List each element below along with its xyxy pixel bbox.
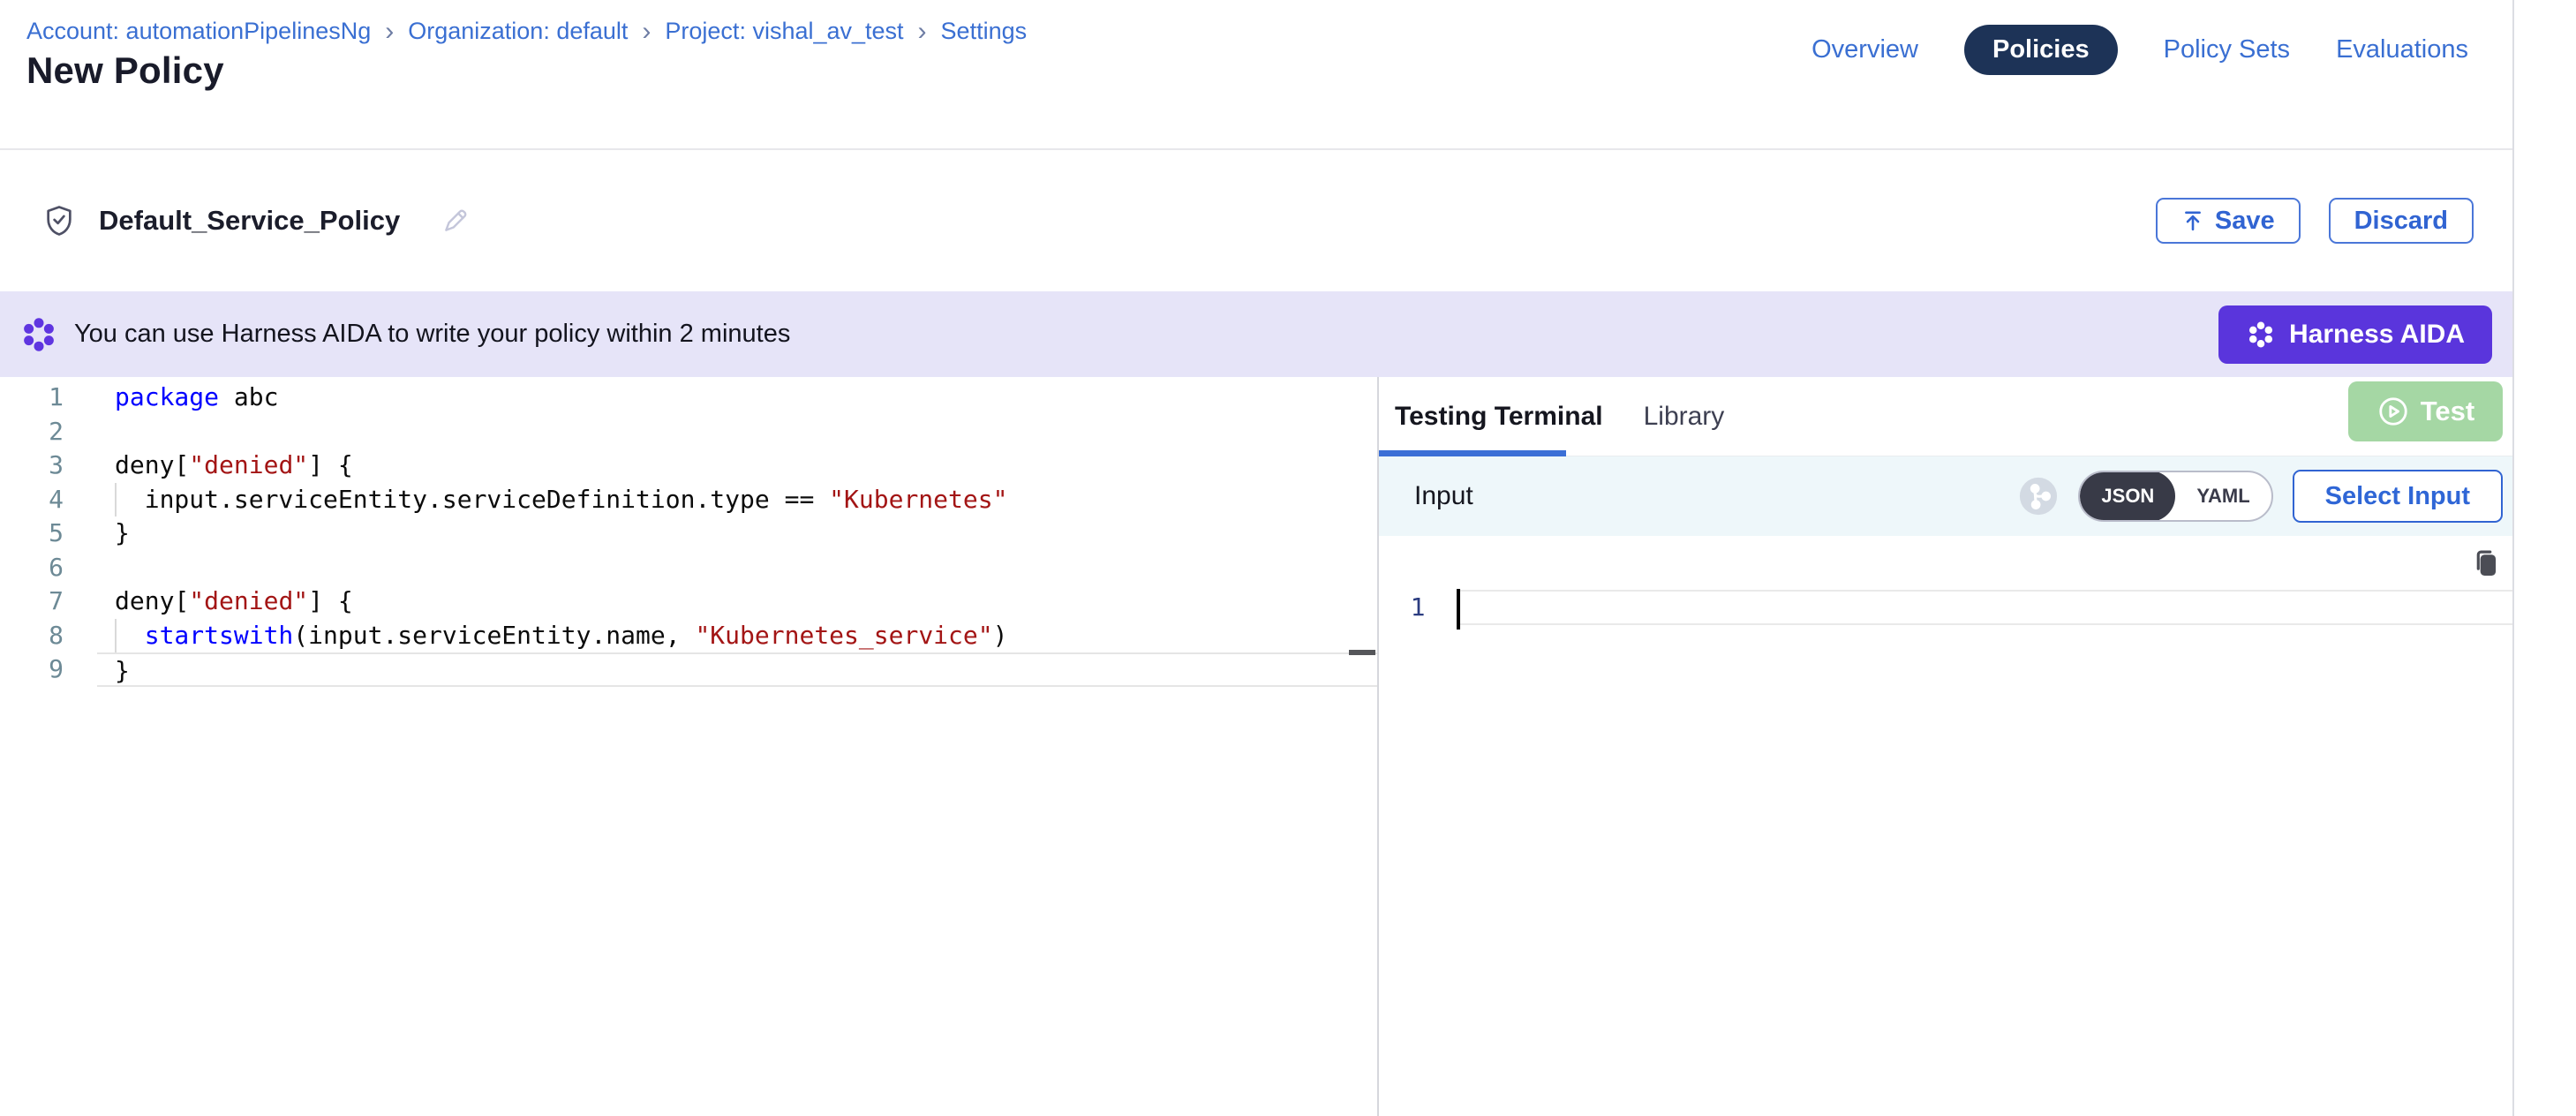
test-button-label: Test	[2421, 396, 2474, 427]
breadcrumb-project[interactable]: Project: vishal_av_test	[665, 18, 903, 45]
code-line[interactable]: 5 }	[0, 517, 1377, 551]
policy-actions: Save Discard	[2156, 198, 2474, 244]
policy-editor-page: Account: automationPipelinesNg › Organiz…	[0, 0, 2576, 1116]
line-number: 3	[0, 449, 97, 483]
shield-check-icon	[42, 204, 76, 238]
overview-ruler-cursor-mark	[1349, 650, 1375, 655]
code-line[interactable]: 4 input.serviceEntity.serviceDefinition.…	[0, 483, 1377, 517]
input-editor-line[interactable]: 1	[1379, 590, 2514, 625]
tab-policies[interactable]: Policies	[1964, 25, 2118, 75]
tab-overview[interactable]: Overview	[1811, 35, 1918, 64]
code-text: }	[97, 652, 1377, 687]
line-number: 5	[0, 517, 97, 551]
main-split: 1 package abc 2 3 deny["denied"] { 4 inp…	[0, 377, 2514, 1116]
policy-name: Default_Service_Policy	[99, 205, 400, 237]
code-text: }	[97, 517, 1377, 551]
discard-button[interactable]: Discard	[2329, 198, 2474, 244]
save-button[interactable]: Save	[2156, 198, 2301, 244]
tab-evaluations[interactable]: Evaluations	[2336, 35, 2468, 64]
content-edge-divider	[2512, 0, 2514, 1116]
code-text	[97, 551, 1377, 585]
test-button[interactable]: Test	[2348, 381, 2503, 441]
aida-flower-icon	[2246, 320, 2276, 350]
chevron-right-icon: ›	[642, 19, 651, 43]
format-toggle: JSON YAML	[2078, 471, 2272, 522]
code-line[interactable]: 8 startswith(input.serviceEntity.name, "…	[0, 619, 1377, 653]
line-number: 6	[0, 551, 97, 585]
aida-flower-icon	[19, 315, 58, 354]
chevron-right-icon: ›	[385, 19, 394, 43]
code-line[interactable]: 3 deny["denied"] {	[0, 449, 1377, 483]
active-tab-underline	[1379, 450, 1566, 456]
code-line[interactable]: 6	[0, 551, 1377, 585]
code-text: package abc	[97, 381, 1377, 415]
testing-panel: Testing Terminal Library Test Input	[1379, 377, 2514, 1116]
copy-icon[interactable]	[2469, 546, 2503, 579]
input-editor[interactable]: 1	[1379, 536, 2514, 1116]
format-option-json[interactable]: JSON	[2080, 471, 2175, 522]
policy-code-editor[interactable]: 1 package abc 2 3 deny["denied"] { 4 inp…	[0, 377, 1377, 1116]
line-number: 8	[0, 619, 97, 653]
input-line-number: 1	[1379, 590, 1457, 625]
policy-title-group: Default_Service_Policy	[42, 204, 471, 238]
line-number: 2	[0, 415, 97, 449]
format-option-yaml[interactable]: YAML	[2175, 471, 2271, 522]
code-text: deny["denied"] {	[97, 584, 1377, 619]
input-label: Input	[1414, 481, 1473, 511]
line-number: 1	[0, 381, 97, 415]
aida-banner-message: You can use Harness AIDA to write your p…	[74, 320, 790, 349]
edit-pencil-icon[interactable]	[441, 206, 471, 236]
text-cursor	[1457, 589, 1460, 630]
testing-panel-tabs: Testing Terminal Library Test	[1379, 377, 2514, 456]
line-number: 7	[0, 584, 97, 619]
branch-circle-icon	[2018, 476, 2059, 517]
save-button-label: Save	[2215, 207, 2275, 236]
input-header-controls: JSON YAML Select Input	[2018, 470, 2503, 523]
breadcrumb-organization[interactable]: Organization: default	[408, 18, 628, 45]
input-header: Input	[1379, 456, 2514, 536]
code-text: input.serviceEntity.serviceDefinition.ty…	[97, 483, 1377, 517]
harness-aida-button-label: Harness AIDA	[2289, 320, 2465, 350]
code-text: deny["denied"] {	[97, 449, 1377, 483]
line-number: 9	[0, 652, 97, 687]
header-nav-tabs: Overview Policies Policy Sets Evaluation…	[1811, 25, 2468, 75]
code-line-current[interactable]: 9 }	[0, 652, 1377, 687]
chevron-right-icon: ›	[918, 19, 927, 43]
code-text	[97, 415, 1377, 449]
tab-testing-terminal[interactable]: Testing Terminal	[1395, 402, 1603, 432]
page-title: New Policy	[26, 49, 224, 92]
breadcrumb-account[interactable]: Account: automationPipelinesNg	[26, 18, 371, 45]
code-text: startswith(input.serviceEntity.name, "Ku…	[97, 619, 1377, 653]
aida-banner: You can use Harness AIDA to write your p…	[0, 291, 2514, 377]
tab-library[interactable]: Library	[1644, 402, 1725, 432]
discard-button-label: Discard	[2354, 207, 2448, 236]
code-line[interactable]: 2	[0, 415, 1377, 449]
breadcrumb-settings[interactable]: Settings	[941, 18, 1028, 45]
play-circle-icon	[2376, 395, 2410, 428]
harness-aida-button[interactable]: Harness AIDA	[2218, 305, 2492, 364]
code-line[interactable]: 1 package abc	[0, 381, 1377, 415]
content-area: Account: automationPipelinesNg › Organiz…	[0, 0, 2514, 1116]
upload-arrow-icon	[2181, 209, 2204, 232]
page-header: Account: automationPipelinesNg › Organiz…	[0, 0, 2514, 150]
breadcrumb: Account: automationPipelinesNg › Organiz…	[26, 18, 1027, 45]
policy-bar: Default_Service_Policy Save	[0, 150, 2514, 291]
select-input-button[interactable]: Select Input	[2293, 470, 2503, 523]
tab-policy-sets[interactable]: Policy Sets	[2164, 35, 2290, 64]
code-line[interactable]: 7 deny["denied"] {	[0, 584, 1377, 619]
input-current-line	[1457, 590, 2514, 625]
line-number: 4	[0, 483, 97, 517]
